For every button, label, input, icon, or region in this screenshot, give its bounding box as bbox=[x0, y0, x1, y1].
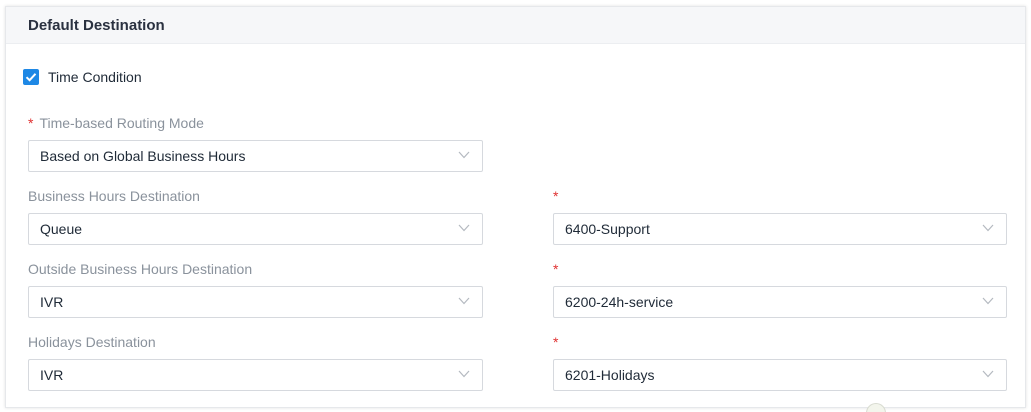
time-condition-label: Time Condition bbox=[48, 68, 142, 85]
time-condition-checkbox-row[interactable]: Time Condition bbox=[23, 68, 142, 85]
outside-hours-target-value: 6200-24h-service bbox=[565, 294, 674, 310]
business-hours-required-mark: * bbox=[553, 188, 559, 204]
chevron-down-icon bbox=[458, 151, 470, 159]
holidays-required-mark: * bbox=[553, 334, 559, 350]
outside-hours-type-select[interactable]: IVR bbox=[28, 286, 483, 318]
checkmark-icon bbox=[25, 72, 37, 82]
default-destination-panel: Default Destination bbox=[5, 6, 1026, 408]
holidays-label: Holidays Destination bbox=[28, 334, 156, 350]
business-hours-target-select[interactable]: 6400-Support bbox=[553, 213, 1007, 245]
chevron-down-icon bbox=[458, 297, 470, 305]
chevron-down-icon bbox=[458, 370, 470, 378]
holidays-target-value: 6201-Holidays bbox=[565, 367, 655, 383]
required-mark: * bbox=[28, 115, 34, 131]
routing-mode-label-text: Time-based Routing Mode bbox=[39, 115, 204, 131]
chevron-down-icon bbox=[458, 224, 470, 232]
outside-hours-label: Outside Business Hours Destination bbox=[28, 261, 253, 277]
section-title: Default Destination bbox=[28, 17, 165, 34]
chevron-down-icon bbox=[982, 297, 994, 305]
business-hours-type-value: Queue bbox=[40, 221, 83, 237]
panel-header: Default Destination bbox=[6, 7, 1025, 44]
routing-mode-value: Based on Global Business Hours bbox=[40, 148, 246, 164]
outside-hours-type-value: IVR bbox=[40, 294, 64, 310]
chevron-down-icon bbox=[982, 224, 994, 232]
holidays-type-select[interactable]: IVR bbox=[28, 359, 483, 391]
business-hours-type-select[interactable]: Queue bbox=[28, 213, 483, 245]
holidays-target-select[interactable]: 6201-Holidays bbox=[553, 359, 1007, 391]
outside-hours-required-mark: * bbox=[553, 261, 559, 277]
business-hours-target-value: 6400-Support bbox=[565, 221, 650, 237]
outside-hours-target-select[interactable]: 6200-24h-service bbox=[553, 286, 1007, 318]
business-hours-label: Business Hours Destination bbox=[28, 188, 200, 204]
routing-mode-label: * Time-based Routing Mode bbox=[28, 115, 204, 131]
chevron-down-icon bbox=[982, 370, 994, 378]
time-condition-checkbox[interactable] bbox=[23, 68, 39, 85]
holidays-type-value: IVR bbox=[40, 367, 64, 383]
routing-mode-select[interactable]: Based on Global Business Hours bbox=[28, 140, 483, 172]
